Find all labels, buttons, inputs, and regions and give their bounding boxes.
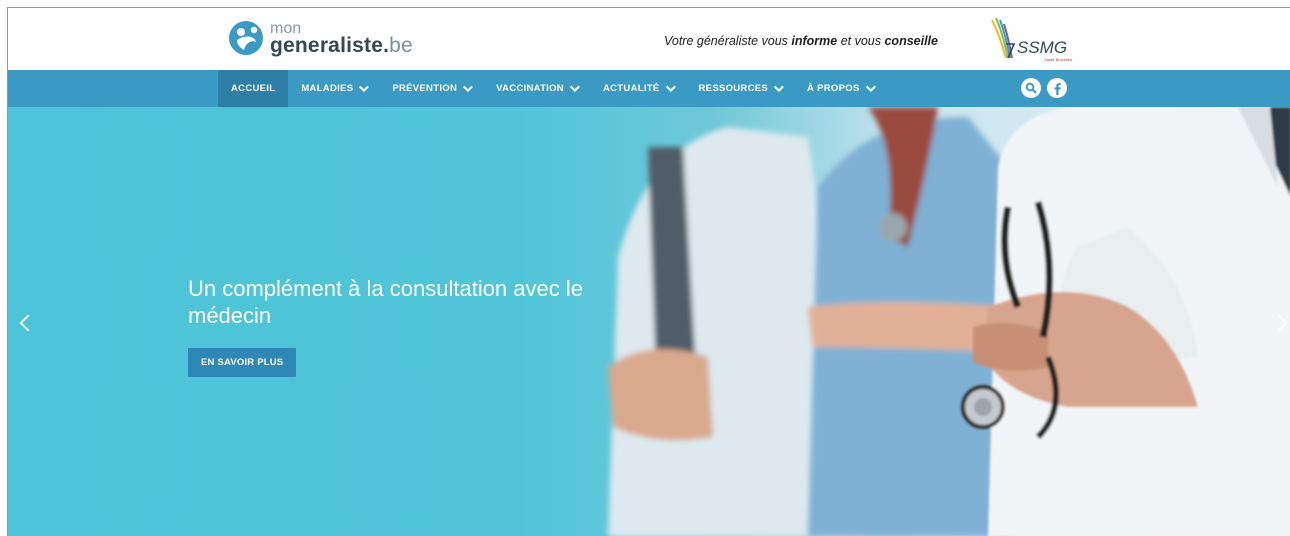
- nav-item-a-propos[interactable]: À PROPOS: [794, 70, 886, 107]
- nav-label: MALADIES: [301, 83, 354, 94]
- nav-item-prevention[interactable]: PRÉVENTION: [379, 70, 483, 107]
- chevron-down-icon: [773, 82, 784, 93]
- nav-item-ressources[interactable]: RESSOURCES: [686, 70, 795, 107]
- chevron-down-icon: [463, 82, 473, 93]
- facebook-icon[interactable]: [1047, 78, 1067, 98]
- hero-slider: Un complément à la consultation avec le …: [8, 107, 1290, 536]
- logo-suffix: be: [389, 33, 413, 57]
- nav-label: À PROPOS: [807, 83, 860, 94]
- site-logo[interactable]: mon generaliste.be: [228, 20, 413, 56]
- nav-label: VACCINATION: [496, 83, 564, 94]
- learn-more-button[interactable]: EN SAVOIR PLUS: [188, 348, 297, 377]
- chevron-down-icon: [865, 82, 876, 93]
- search-icon[interactable]: [1021, 78, 1041, 98]
- tagline-bold1: informe: [791, 34, 838, 48]
- browser-frame: mon generaliste.be Votre généraliste vou…: [7, 7, 1290, 536]
- chevron-down-icon: [569, 82, 580, 93]
- chevron-down-icon: [665, 82, 676, 93]
- site-tagline: Votre généraliste vous informe et vous c…: [664, 34, 938, 48]
- nav-item-actualite[interactable]: ACTUALITÉ: [590, 70, 686, 107]
- logo-name: generaliste.: [270, 33, 390, 57]
- nav-item-accueil[interactable]: ACCUEIL: [218, 70, 289, 107]
- nav-label: PRÉVENTION: [392, 83, 458, 94]
- chevron-down-icon: [359, 82, 370, 93]
- nav-label: RESSOURCES: [698, 83, 769, 94]
- nav-item-vaccination[interactable]: VACCINATION: [483, 70, 590, 107]
- tagline-bold2: conseille: [884, 34, 938, 48]
- nav-item-maladies[interactable]: MALADIES: [288, 70, 379, 107]
- nav-label: ACTUALITÉ: [602, 83, 660, 94]
- nav-label: ACCUEIL: [231, 83, 276, 94]
- tagline-part1: Votre généraliste vous: [664, 34, 792, 48]
- partner-logo-subtext: Santé Bruxelles: [1044, 57, 1072, 62]
- partner-logo-text: SSMG: [1017, 38, 1067, 57]
- main-navigation: ACCUEIL MALADIES PRÉVENTION VACCINATION …: [8, 70, 1290, 107]
- hero-title: Un complément à la consultation avec le …: [188, 276, 583, 328]
- partner-logo[interactable]: SSMG Santé Bruxelles: [986, 14, 1076, 66]
- site-header: mon generaliste.be Votre généraliste vou…: [8, 8, 1290, 70]
- tagline-part2: et vous: [837, 34, 885, 48]
- logo-mark-icon: [228, 20, 264, 56]
